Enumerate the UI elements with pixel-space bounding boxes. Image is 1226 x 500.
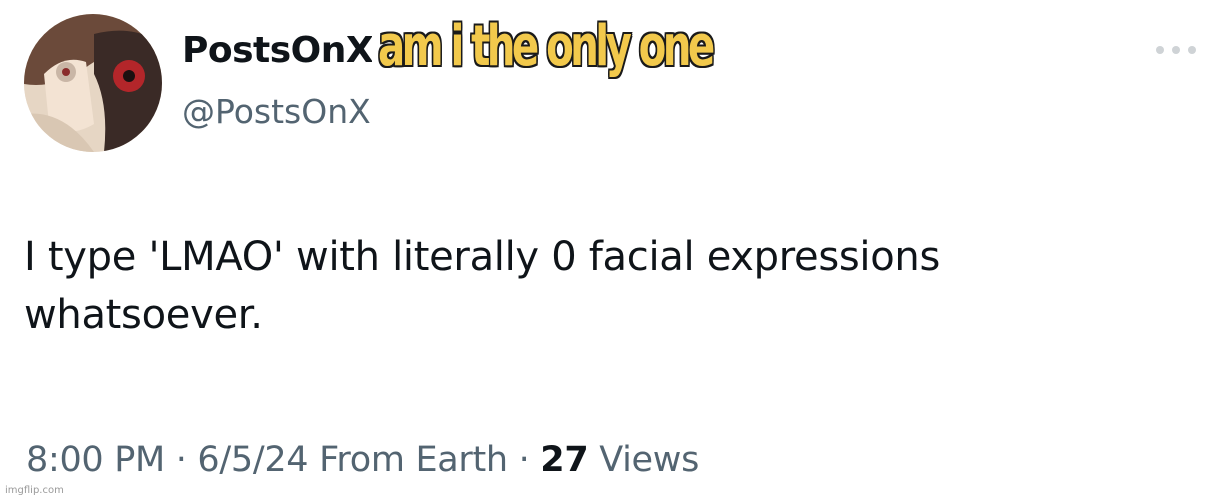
views-count: 27 <box>540 440 589 480</box>
more-options-icon[interactable] <box>1154 40 1198 60</box>
tweet-card: PostsOnX @PostsOnX I type 'LMAO' with li… <box>0 0 1226 500</box>
profile-picture-icon <box>24 14 162 152</box>
views-label: Views <box>599 440 700 480</box>
tweet-date[interactable]: 6/5/24 <box>197 440 308 480</box>
meme-caption: am i the only one <box>378 14 715 79</box>
tweet-text: I type 'LMAO' with literally 0 facial ex… <box>24 234 941 338</box>
display-name[interactable]: PostsOnX <box>182 30 372 71</box>
avatar[interactable] <box>24 14 162 152</box>
tweet-source: From Earth <box>319 440 508 480</box>
meta-separator: · <box>518 440 530 480</box>
meta-separator: · <box>175 440 187 480</box>
watermark: imgflip.com <box>5 485 64 496</box>
tweet-time[interactable]: 8:00 PM <box>26 440 165 480</box>
handle[interactable]: @PostsOnX <box>182 92 371 131</box>
tweet-meta: 8:00 PM · 6/5/24 From Earth · 27 Views <box>26 440 699 480</box>
